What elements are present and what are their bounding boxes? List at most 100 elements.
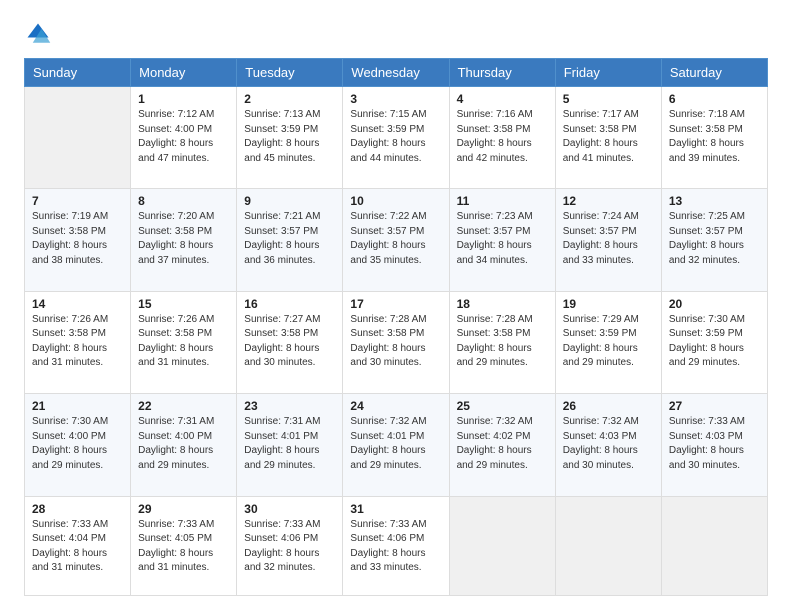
day-info: Sunrise: 7:33 AMSunset: 4:06 PMDaylight:…	[244, 518, 335, 576]
calendar-cell: 15 Sunrise: 7:26 AMSunset: 3:58 PMDayligh…	[131, 291, 237, 393]
day-info: Sunrise: 7:12 AMSunset: 4:00 PMDaylight:…	[138, 108, 229, 166]
calendar-cell: 27 Sunrise: 7:33 AMSunset: 4:03 PMDayligh…	[661, 394, 767, 496]
calendar-cell: 3Sunrise: 7:15 AMSunset: 3:59 PMDaylight…	[343, 87, 449, 189]
col-header-tuesday: Tuesday	[237, 59, 343, 87]
day-number: 10	[350, 194, 441, 208]
day-info: Sunrise: 7:24 AMSunset: 3:57 PMDaylight:…	[563, 210, 654, 268]
calendar-cell: 6 Sunrise: 7:18 AMSunset: 3:58 PMDaylight…	[661, 87, 767, 189]
day-number: 8	[138, 194, 229, 208]
calendar-cell: 21 Sunrise: 7:30 AMSunset: 4:00 PMDayligh…	[25, 394, 131, 496]
calendar-cell: 11 Sunrise: 7:23 AMSunset: 3:57 PMDayligh…	[449, 189, 555, 291]
day-number: 22	[138, 399, 229, 413]
calendar-cell: 4 Sunrise: 7:16 AMSunset: 3:58 PMDaylight…	[449, 87, 555, 189]
day-info: Sunrise: 7:23 AMSunset: 3:57 PMDaylight:…	[457, 210, 548, 268]
calendar-week-row: 1 Sunrise: 7:12 AMSunset: 4:00 PMDaylight…	[25, 87, 768, 189]
calendar-cell: 22 Sunrise: 7:31 AMSunset: 4:00 PMDayligh…	[131, 394, 237, 496]
calendar-cell: 18 Sunrise: 7:28 AMSunset: 3:58 PMDayligh…	[449, 291, 555, 393]
calendar-week-row: 21 Sunrise: 7:30 AMSunset: 4:00 PMDayligh…	[25, 394, 768, 496]
header	[24, 20, 768, 48]
day-number: 12	[563, 194, 654, 208]
day-info: Sunrise: 7:25 AMSunset: 3:57 PMDaylight:…	[669, 210, 760, 268]
day-info: Sunrise: 7:22 AMSunset: 3:57 PMDaylight:…	[350, 210, 441, 268]
day-number: 13	[669, 194, 760, 208]
day-info: Sunrise: 7:28 AMSunset: 3:58 PMDaylight:…	[350, 313, 441, 371]
calendar-table: SundayMondayTuesdayWednesdayThursdayFrid…	[24, 58, 768, 596]
day-number: 5	[563, 92, 654, 106]
day-number: 21	[32, 399, 123, 413]
day-info: Sunrise: 7:27 AMSunset: 3:58 PMDaylight:…	[244, 313, 335, 371]
calendar-cell: 26Sunrise: 7:32 AMSunset: 4:03 PMDayligh…	[555, 394, 661, 496]
day-number: 24	[350, 399, 441, 413]
col-header-saturday: Saturday	[661, 59, 767, 87]
day-number: 9	[244, 194, 335, 208]
day-info: Sunrise: 7:33 AMSunset: 4:05 PMDaylight:…	[138, 518, 229, 576]
day-info: Sunrise: 7:26 AMSunset: 3:58 PMDaylight:…	[32, 313, 123, 371]
day-number: 17	[350, 297, 441, 311]
calendar-cell: 2Sunrise: 7:13 AMSunset: 3:59 PMDaylight…	[237, 87, 343, 189]
day-number: 3	[350, 92, 441, 106]
day-number: 4	[457, 92, 548, 106]
calendar-cell: 30Sunrise: 7:33 AMSunset: 4:06 PMDayligh…	[237, 496, 343, 595]
day-info: Sunrise: 7:32 AMSunset: 4:02 PMDaylight:…	[457, 415, 548, 473]
calendar-cell	[555, 496, 661, 595]
day-info: Sunrise: 7:30 AMSunset: 4:00 PMDaylight:…	[32, 415, 123, 473]
calendar-week-row: 28Sunrise: 7:33 AMSunset: 4:04 PMDayligh…	[25, 496, 768, 595]
day-number: 27	[669, 399, 760, 413]
calendar-cell: 10 Sunrise: 7:22 AMSunset: 3:57 PMDayligh…	[343, 189, 449, 291]
col-header-monday: Monday	[131, 59, 237, 87]
calendar-cell: 29Sunrise: 7:33 AMSunset: 4:05 PMDayligh…	[131, 496, 237, 595]
day-info: Sunrise: 7:28 AMSunset: 3:58 PMDaylight:…	[457, 313, 548, 371]
calendar-cell: 25 Sunrise: 7:32 AMSunset: 4:02 PMDayligh…	[449, 394, 555, 496]
col-header-wednesday: Wednesday	[343, 59, 449, 87]
day-number: 18	[457, 297, 548, 311]
page: SundayMondayTuesdayWednesdayThursdayFrid…	[0, 0, 792, 612]
day-number: 16	[244, 297, 335, 311]
calendar-cell: 5 Sunrise: 7:17 AMSunset: 3:58 PMDaylight…	[555, 87, 661, 189]
day-info: Sunrise: 7:33 AMSunset: 4:03 PMDaylight:…	[669, 415, 760, 473]
col-header-sunday: Sunday	[25, 59, 131, 87]
calendar-cell	[25, 87, 131, 189]
day-info: Sunrise: 7:31 AMSunset: 4:01 PMDaylight:…	[244, 415, 335, 473]
day-number: 25	[457, 399, 548, 413]
calendar-cell: 24 Sunrise: 7:32 AMSunset: 4:01 PMDayligh…	[343, 394, 449, 496]
calendar-cell: 12 Sunrise: 7:24 AMSunset: 3:57 PMDayligh…	[555, 189, 661, 291]
day-info: Sunrise: 7:20 AMSunset: 3:58 PMDaylight:…	[138, 210, 229, 268]
day-info: Sunrise: 7:32 AMSunset: 4:03 PMDaylight:…	[563, 415, 654, 473]
calendar-cell: 19Sunrise: 7:29 AMSunset: 3:59 PMDayligh…	[555, 291, 661, 393]
calendar-cell: 23Sunrise: 7:31 AMSunset: 4:01 PMDayligh…	[237, 394, 343, 496]
calendar-cell	[449, 496, 555, 595]
calendar-cell: 20Sunrise: 7:30 AMSunset: 3:59 PMDayligh…	[661, 291, 767, 393]
day-number: 31	[350, 502, 441, 516]
day-number: 6	[669, 92, 760, 106]
day-info: Sunrise: 7:16 AMSunset: 3:58 PMDaylight:…	[457, 108, 548, 166]
day-number: 11	[457, 194, 548, 208]
day-info: Sunrise: 7:21 AMSunset: 3:57 PMDaylight:…	[244, 210, 335, 268]
calendar-week-row: 7 Sunrise: 7:19 AMSunset: 3:58 PMDaylight…	[25, 189, 768, 291]
calendar-cell: 16 Sunrise: 7:27 AMSunset: 3:58 PMDayligh…	[237, 291, 343, 393]
day-number: 1	[138, 92, 229, 106]
calendar-cell: 13 Sunrise: 7:25 AMSunset: 3:57 PMDayligh…	[661, 189, 767, 291]
day-info: Sunrise: 7:17 AMSunset: 3:58 PMDaylight:…	[563, 108, 654, 166]
day-number: 15	[138, 297, 229, 311]
calendar-cell: 17 Sunrise: 7:28 AMSunset: 3:58 PMDayligh…	[343, 291, 449, 393]
col-header-thursday: Thursday	[449, 59, 555, 87]
day-number: 14	[32, 297, 123, 311]
day-info: Sunrise: 7:32 AMSunset: 4:01 PMDaylight:…	[350, 415, 441, 473]
day-info: Sunrise: 7:31 AMSunset: 4:00 PMDaylight:…	[138, 415, 229, 473]
calendar-cell: 31 Sunrise: 7:33 AMSunset: 4:06 PMDayligh…	[343, 496, 449, 595]
col-header-friday: Friday	[555, 59, 661, 87]
day-number: 7	[32, 194, 123, 208]
day-info: Sunrise: 7:19 AMSunset: 3:58 PMDaylight:…	[32, 210, 123, 268]
calendar-header-row: SundayMondayTuesdayWednesdayThursdayFrid…	[25, 59, 768, 87]
day-info: Sunrise: 7:30 AMSunset: 3:59 PMDaylight:…	[669, 313, 760, 371]
day-info: Sunrise: 7:18 AMSunset: 3:58 PMDaylight:…	[669, 108, 760, 166]
day-info: Sunrise: 7:26 AMSunset: 3:58 PMDaylight:…	[138, 313, 229, 371]
day-number: 19	[563, 297, 654, 311]
day-number: 28	[32, 502, 123, 516]
calendar-week-row: 14 Sunrise: 7:26 AMSunset: 3:58 PMDayligh…	[25, 291, 768, 393]
logo-icon	[24, 20, 52, 48]
day-number: 2	[244, 92, 335, 106]
day-info: Sunrise: 7:33 AMSunset: 4:06 PMDaylight:…	[350, 518, 441, 576]
calendar-cell: 9 Sunrise: 7:21 AMSunset: 3:57 PMDaylight…	[237, 189, 343, 291]
calendar-cell: 1 Sunrise: 7:12 AMSunset: 4:00 PMDaylight…	[131, 87, 237, 189]
